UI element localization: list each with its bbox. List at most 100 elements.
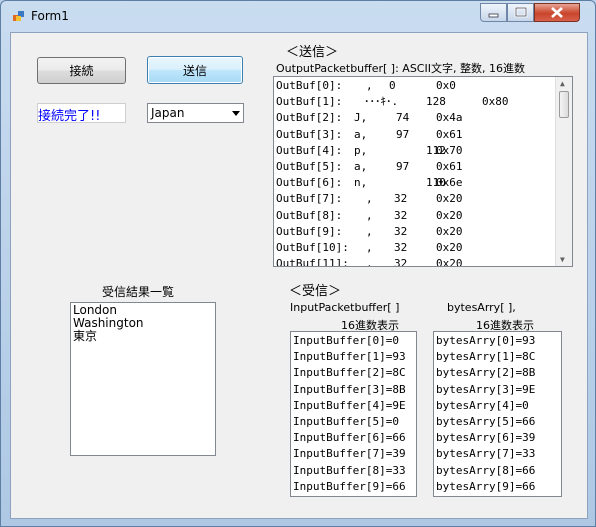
results-label: 受信結果一覧 (102, 285, 175, 299)
output-buffer-row[interactable]: OutBuf[7]:, 32 0x20 (276, 191, 572, 207)
output-row-hex: 0x4a (436, 111, 463, 125)
input-buffer-item[interactable]: InputBuffer[9]=66 (293, 479, 416, 495)
output-buffer-row[interactable]: OutBuf[1]: ･･･ｷ･. 128 0x80 (276, 94, 572, 110)
output-row-hex: 0x61 (436, 127, 463, 141)
scrollbar-thumb[interactable] (559, 91, 569, 118)
bytes-array-caption: bytesArry[ ], (447, 301, 516, 314)
input-buffer-item[interactable]: InputBuffer[0]=0 (293, 333, 416, 349)
input-buffer-item[interactable]: InputBuffer[3]=8B (293, 382, 416, 398)
bytes-array-item[interactable]: bytesArry[6]=39 (436, 430, 561, 446)
input-buffer-item[interactable]: InputBuffer[6]=66 (293, 430, 416, 446)
output-row-hex: 0x20 (436, 208, 463, 222)
bytes-array-item[interactable]: bytesArry[7]=33 (436, 446, 561, 462)
form-app-icon (13, 11, 24, 21)
output-buffer-row[interactable]: OutBuf[6]: n, 110 0x6e (276, 175, 572, 191)
send-button[interactable]: 送信 (147, 56, 243, 84)
minimize-button[interactable] (480, 3, 507, 22)
input-buffer-listbox[interactable]: InputBuffer[0]=0 InputBuffer[1]=93 InputBu… (290, 331, 417, 497)
output-row-name: OutBuf[4]: (276, 143, 343, 157)
output-row-char: , (366, 208, 373, 222)
window-title: Form1 (31, 9, 69, 23)
output-buffer-row[interactable]: OutBuf[11]:, 32 0x20 (276, 256, 572, 267)
output-row-dec: 128 (426, 95, 446, 109)
output-buffer-row[interactable]: OutBuf[3]: a, 97 0x61 (276, 127, 572, 143)
country-select[interactable]: Japan (147, 103, 244, 123)
scroll-down-icon[interactable]: ▼ (560, 255, 565, 264)
output-row-name: OutBuf[2]: (276, 111, 343, 125)
close-icon (551, 7, 563, 18)
chevron-down-icon (232, 111, 240, 116)
input-buffer-item[interactable]: InputBuffer[8]=33 (293, 463, 416, 479)
send-heading: ＜送信＞ (286, 45, 339, 60)
output-row-dec: 32 (394, 192, 408, 206)
status-label: 接続完了!! (38, 109, 101, 124)
output-row-dec: 97 (396, 127, 410, 141)
maximize-icon (514, 6, 528, 18)
output-row-dec: 97 (396, 159, 410, 173)
output-row-hex: 0x0 (436, 79, 456, 92)
bytes-array-listbox[interactable]: bytesArry[0]=93 bytesArry[1]=8C bytesArry[… (433, 331, 562, 497)
status-label-box: 接続完了!! (37, 103, 126, 124)
output-buffer-row[interactable]: OutBuf[9]:, 32 0x20 (276, 224, 572, 240)
input-buffer-caption: InputPacketbuffer[ ] (290, 301, 400, 314)
bytes-array-item[interactable]: bytesArry[2]=8B (436, 365, 561, 381)
bytes-array-item[interactable]: bytesArry[1]=8C (436, 349, 561, 365)
output-row-dec: 32 (394, 240, 408, 254)
output-buffer-row[interactable]: OutBuf[10]:, 32 0x20 (276, 240, 572, 256)
output-buffer-row[interactable]: OutBuf[5]: a, 97 0x61 (276, 159, 572, 175)
output-buffer-listbox[interactable]: OutBuf[0]:, 0 0x0 OutBuf[1]: ･･･ｷ･. 128 0x80 Ou… (273, 76, 573, 267)
output-row-name: OutBuf[7]: (276, 192, 343, 206)
output-row-dec: 74 (396, 111, 410, 125)
output-buffer-row[interactable]: OutBuf[4]: p, 112 0x70 (276, 143, 572, 159)
output-row-char: , (366, 240, 373, 254)
output-row-name: OutBuf[1]: (276, 95, 343, 109)
output-row-name: OutBuf[10]: (276, 240, 349, 254)
bytes-array-item[interactable]: bytesArry[9]=66 (436, 479, 561, 495)
title-bar[interactable]: Form1 (1, 1, 595, 31)
output-buffer-row[interactable]: OutBuf[8]:, 32 0x20 (276, 208, 572, 224)
input-buffer-item[interactable]: InputBuffer[1]=93 (293, 349, 416, 365)
output-row-char: , (366, 79, 373, 92)
results-list-item[interactable]: 東京 (73, 330, 213, 343)
output-row-char: a, (354, 127, 368, 141)
output-row-char: J, (354, 111, 368, 125)
output-row-name: OutBuf[3]: (276, 127, 343, 141)
receive-heading: ＜受信＞ (289, 284, 342, 299)
output-buffer-row[interactable]: OutBuf[0]:, 0 0x0 (276, 78, 572, 94)
maximize-button[interactable] (507, 3, 534, 22)
bytes-array-item[interactable]: bytesArry[4]=0 (436, 398, 561, 414)
output-row-hex: 0x20 (436, 257, 463, 267)
output-row-char: , (366, 224, 373, 238)
output-row-hex: 0x20 (436, 240, 463, 254)
output-row-char: a, (354, 159, 368, 173)
scroll-up-icon[interactable]: ▲ (560, 79, 565, 88)
output-row-dec: 32 (394, 208, 408, 222)
output-row-name: OutBuf[0]: (276, 79, 343, 92)
output-row-char: ･･･ｷ･. (364, 95, 399, 109)
output-buffer-row[interactable]: OutBuf[2]: J, 74 0x4a (276, 110, 572, 126)
results-listbox[interactable]: London Washington 東京 (70, 302, 216, 456)
input-buffer-item[interactable]: InputBuffer[4]=9E (293, 398, 416, 414)
output-row-hex: 0x20 (436, 224, 463, 238)
output-row-name: OutBuf[5]: (276, 159, 343, 173)
output-row-name: OutBuf[11]: (276, 257, 349, 267)
bytes-array-item[interactable]: bytesArry[3]=9E (436, 382, 561, 398)
connect-button[interactable]: 接続 (37, 57, 126, 84)
app-window: Form1 接続 送信 接続完了!! Japan ＜送信＞ OutputPack… (0, 0, 596, 527)
input-buffer-item[interactable]: InputBuffer[7]=39 (293, 446, 416, 462)
close-button[interactable] (534, 3, 580, 22)
bytes-array-item[interactable]: bytesArry[5]=66 (436, 414, 561, 430)
output-listbox-scrollbar[interactable]: ▲ ▼ (555, 77, 572, 266)
input-buffer-item[interactable]: InputBuffer[2]=8C (293, 365, 416, 381)
output-row-name: OutBuf[6]: (276, 176, 343, 190)
input-buffer-item[interactable]: InputBuffer[5]=0 (293, 414, 416, 430)
output-row-char: , (366, 192, 373, 206)
output-row-hex: 0x70 (436, 143, 463, 157)
output-row-char: , (366, 257, 373, 267)
bytes-array-item[interactable]: bytesArry[8]=66 (436, 463, 561, 479)
output-row-name: OutBuf[9]: (276, 224, 343, 238)
output-row-dec: 32 (394, 224, 408, 238)
bytes-array-item[interactable]: bytesArry[0]=93 (436, 333, 561, 349)
minimize-icon (488, 13, 499, 18)
send-caption: OutputPacketbuffer[ ]: ASCII文字, 整数, 16進数 (276, 62, 525, 75)
